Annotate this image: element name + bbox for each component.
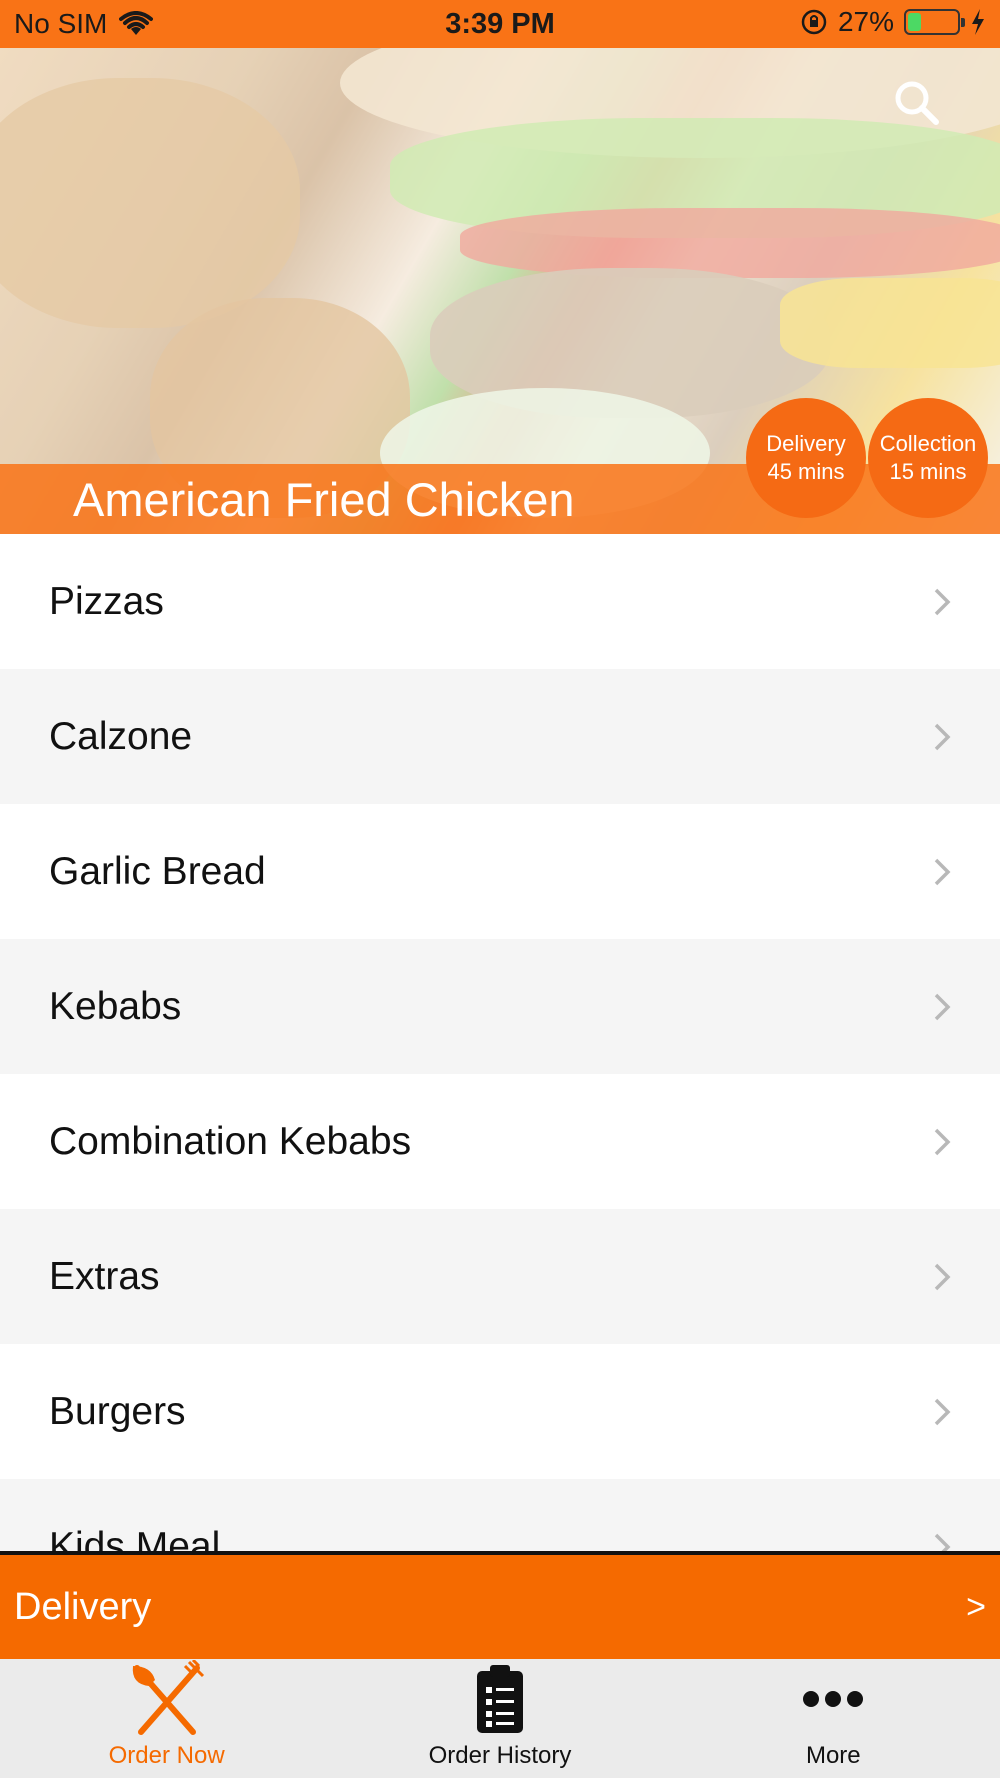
tab-label: More bbox=[805, 1742, 861, 1769]
fork-knife-icon bbox=[132, 1659, 204, 1735]
orientation-lock-icon bbox=[801, 9, 827, 35]
tab-bar: Order Now Order History More bbox=[0, 1659, 1000, 1778]
collection-time-badge: Collection 15 mins bbox=[868, 398, 988, 518]
chevron-right-icon bbox=[934, 993, 951, 1020]
menu-category-label: Kids Meal bbox=[49, 1524, 221, 1554]
restaurant-name: American Fried Chicken bbox=[73, 473, 575, 526]
status-bar: No SIM 3:39 PM 27% bbox=[0, 0, 1000, 48]
menu-category-row[interactable]: Pizzas bbox=[0, 534, 1000, 669]
menu-category-label: Burgers bbox=[49, 1389, 186, 1433]
collection-badge-time: 15 mins bbox=[889, 459, 967, 484]
collection-badge-label: Collection bbox=[879, 431, 977, 456]
menu-category-row[interactable]: Burgers bbox=[0, 1344, 1000, 1479]
menu-category-row[interactable]: Kids Meal bbox=[0, 1479, 1000, 1553]
chevron-right-icon bbox=[934, 588, 951, 615]
tab-more[interactable]: More bbox=[667, 1659, 1000, 1778]
menu-category-row[interactable]: Garlic Bread bbox=[0, 804, 1000, 939]
chevron-right-icon bbox=[934, 1398, 951, 1425]
more-dots-icon bbox=[803, 1690, 864, 1707]
menu-category-label: Kebabs bbox=[49, 984, 182, 1028]
tab-order-history[interactable]: Order History bbox=[333, 1659, 666, 1778]
chevron-right-icon bbox=[934, 1128, 951, 1155]
chevron-right-icon bbox=[934, 1263, 951, 1290]
status-right: 27% bbox=[800, 6, 986, 38]
order-type-label: Delivery bbox=[14, 1585, 152, 1628]
chevron-right-icon bbox=[934, 723, 951, 750]
order-type-button[interactable]: Delivery > bbox=[0, 1555, 1000, 1659]
chevron-right-icon bbox=[934, 858, 951, 885]
menu-category-label: Extras bbox=[49, 1254, 160, 1298]
menu-category-label: Combination Kebabs bbox=[49, 1119, 412, 1163]
menu-category-row[interactable]: Kebabs bbox=[0, 939, 1000, 1074]
battery-fill bbox=[908, 13, 921, 31]
menu-category-label: Pizzas bbox=[49, 579, 164, 623]
tab-order-now[interactable]: Order Now bbox=[0, 1659, 333, 1778]
delivery-badge-label: Delivery bbox=[766, 431, 846, 456]
menu-category-row[interactable]: Combination Kebabs bbox=[0, 1074, 1000, 1209]
search-icon[interactable] bbox=[892, 78, 942, 128]
tab-label: Order Now bbox=[108, 1742, 225, 1769]
order-type-arrow: > bbox=[966, 1587, 986, 1626]
battery-icon bbox=[904, 9, 965, 35]
menu-category-list[interactable]: Pizzas Calzone Garlic Bread Kebabs Combi… bbox=[0, 534, 1000, 1553]
battery-percent: 27% bbox=[837, 6, 894, 37]
tab-label: Order History bbox=[428, 1742, 572, 1769]
menu-category-row[interactable]: Extras bbox=[0, 1209, 1000, 1344]
menu-category-label: Garlic Bread bbox=[49, 849, 266, 893]
chevron-right-icon bbox=[934, 1533, 951, 1553]
menu-category-label: Calzone bbox=[49, 714, 193, 758]
menu-category-row[interactable]: Calzone bbox=[0, 669, 1000, 804]
delivery-time-badge: Delivery 45 mins bbox=[746, 398, 866, 518]
delivery-badge-time: 45 mins bbox=[767, 459, 845, 484]
charging-icon bbox=[972, 9, 984, 35]
clipboard-list-icon bbox=[476, 1664, 523, 1733]
